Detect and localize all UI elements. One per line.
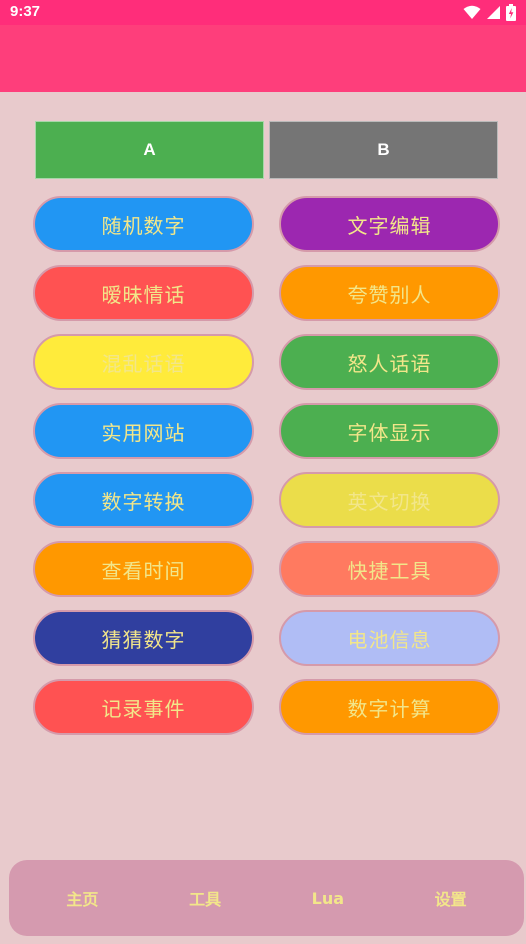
number-calc-button[interactable]: 数字计算 bbox=[279, 679, 500, 735]
praise-others-button[interactable]: 夸赞别人 bbox=[279, 265, 500, 321]
useful-sites-button[interactable]: 实用网站 bbox=[33, 403, 254, 459]
record-events-button[interactable]: 记录事件 bbox=[33, 679, 254, 735]
ambiguous-love-button[interactable]: 暧昧情话 bbox=[33, 265, 254, 321]
nav-item-home[interactable]: 主页 bbox=[37, 886, 127, 910]
random-number-button[interactable]: 随机数字 bbox=[33, 196, 254, 252]
bottom-nav: 主页 工具 Lua 设置 bbox=[9, 860, 524, 936]
wifi-icon bbox=[463, 5, 481, 20]
status-bar: 9:37 bbox=[0, 0, 526, 25]
battery-info-button[interactable]: 电池信息 bbox=[279, 610, 500, 666]
angry-words-button[interactable]: 怒人话语 bbox=[279, 334, 500, 390]
quick-tools-button[interactable]: 快捷工具 bbox=[279, 541, 500, 597]
app-bar bbox=[0, 25, 526, 92]
status-icons bbox=[463, 4, 516, 21]
nav-item-tools[interactable]: 工具 bbox=[160, 886, 250, 910]
check-time-button[interactable]: 查看时间 bbox=[33, 541, 254, 597]
tab-bar: AB bbox=[35, 121, 498, 179]
text-edit-button[interactable]: 文字编辑 bbox=[279, 196, 500, 252]
tab-b[interactable]: B bbox=[269, 121, 498, 179]
nav-item-lua[interactable]: Lua bbox=[283, 889, 373, 908]
english-switch-button[interactable]: 英文切换 bbox=[279, 472, 500, 528]
number-convert-button[interactable]: 数字转换 bbox=[33, 472, 254, 528]
messy-words-button[interactable]: 混乱话语 bbox=[33, 334, 254, 390]
status-time: 9:37 bbox=[10, 3, 41, 20]
font-display-button[interactable]: 字体显示 bbox=[279, 403, 500, 459]
nav-item-settings[interactable]: 设置 bbox=[406, 886, 496, 910]
battery-icon bbox=[506, 4, 516, 21]
function-grid: 随机数字 文字编辑 暧昧情话 夸赞别人 混乱话语 怒人话语 实用网站 字体显示 数字转换 英文切换… bbox=[33, 196, 500, 735]
guess-number-button[interactable]: 猜猜数字 bbox=[33, 610, 254, 666]
signal-icon bbox=[486, 5, 501, 20]
tab-a[interactable]: A bbox=[35, 121, 264, 179]
